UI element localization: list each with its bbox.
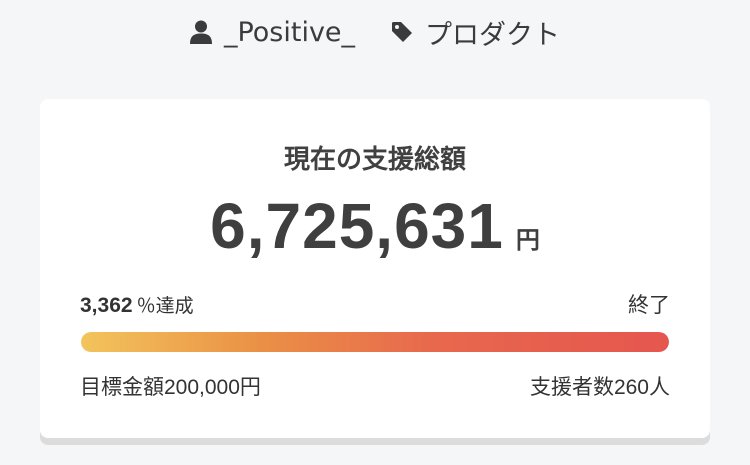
progress-bar (81, 332, 669, 352)
target-value: 200,000 (164, 376, 240, 399)
supporter-count: 支援者数260人 (530, 371, 670, 401)
supporters-unit: 人 (649, 375, 670, 399)
achievement-suffix: ％達成 (136, 295, 194, 317)
progress-info: 3,362 ％達成 終了 (80, 289, 670, 319)
project-meta: _Positive_ プロダクト (0, 12, 750, 52)
supporters-label: 支援者数 (529, 375, 614, 399)
funding-amount: 6,725,631 円 (40, 189, 710, 263)
funding-card: 現在の支援総額 6,725,631 円 3,362 ％達成 終了 目標金額200… (40, 99, 710, 438)
amount-value: 6,725,631 (210, 190, 504, 262)
author-name: _Positive_ (223, 16, 356, 48)
user-icon (189, 20, 212, 44)
progress-bar-fill (81, 332, 669, 352)
funding-stats: 目標金額200,000円 支援者数260人 (80, 371, 670, 401)
amount-currency: 円 (515, 226, 540, 254)
target-label: 目標金額 (80, 375, 164, 399)
funding-title: 現在の支援総額 (283, 145, 466, 175)
status-label: 終了 (628, 293, 670, 317)
category-name: プロダクト (425, 19, 561, 51)
author-link[interactable]: _Positive_ (189, 16, 356, 48)
achievement-percent: 3,362 (80, 294, 133, 317)
target-unit: 円 (239, 375, 261, 399)
supporters-value: 260 (613, 376, 649, 399)
tag-icon (391, 21, 413, 43)
category-link[interactable]: プロダクト (391, 13, 560, 52)
target-amount: 目標金額200,000円 (80, 371, 261, 401)
achievement-rate: 3,362 ％達成 (80, 291, 194, 318)
